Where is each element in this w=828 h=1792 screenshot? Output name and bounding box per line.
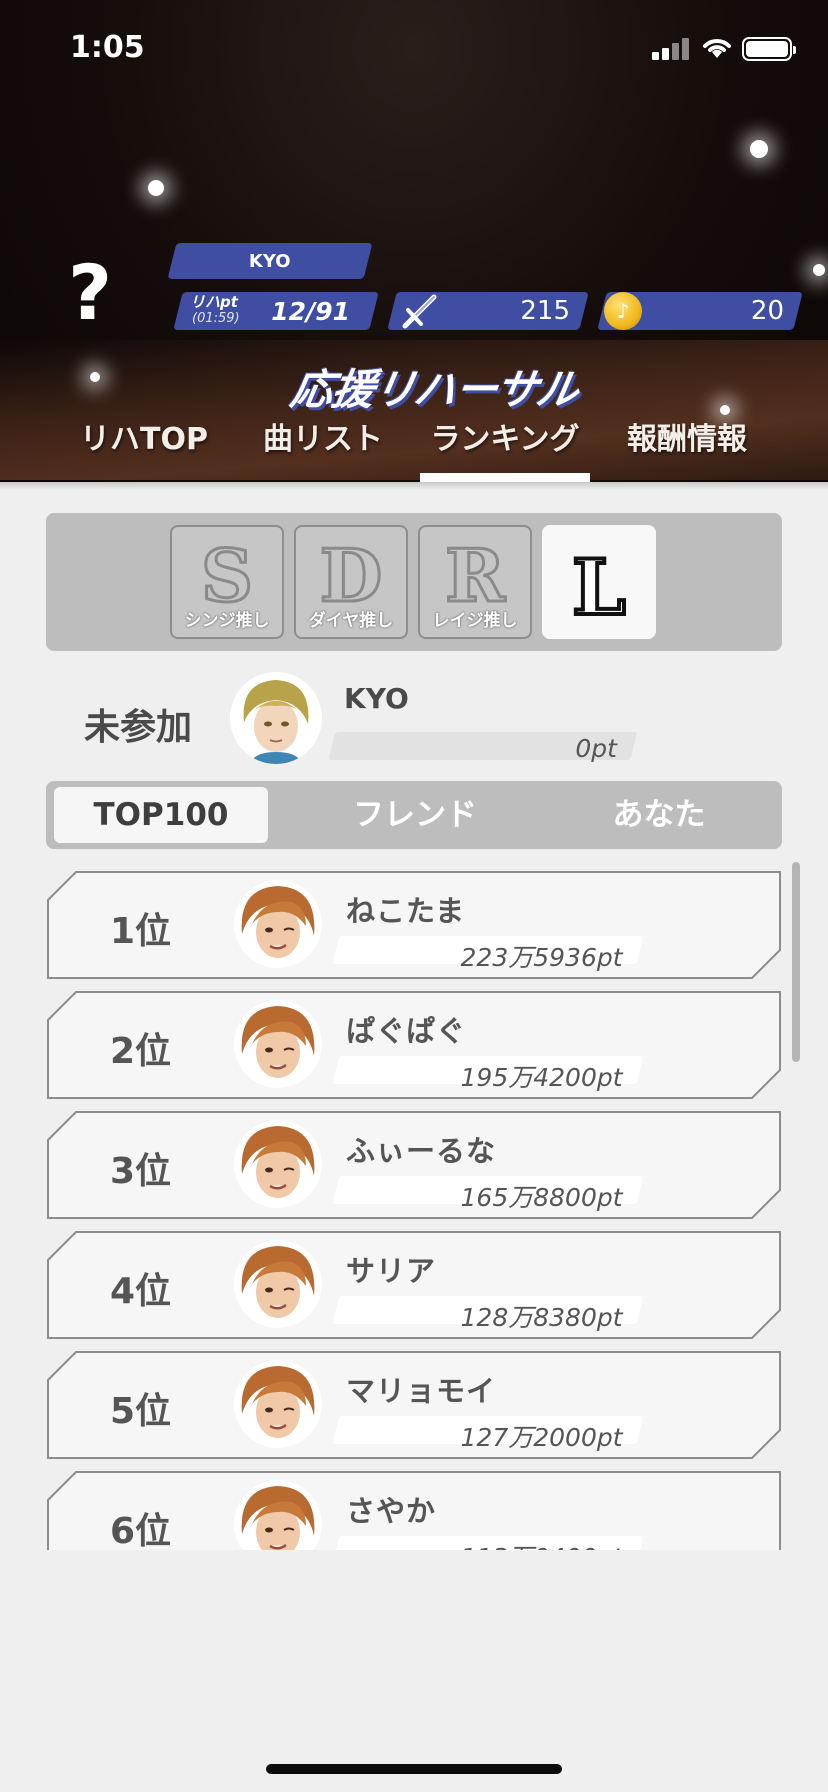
list-scrollbar[interactable] [792,862,800,1062]
rank-number: 4位 [110,1271,172,1312]
tab-ranking[interactable]: ランキング [420,414,590,466]
ranking-row[interactable]: 6位 さやか 113万0400pt [46,1470,782,1550]
player-points: 113万0400pt [460,1538,622,1550]
ranking-list[interactable]: 1位 ねこたま 223万5936pt 2位 ぱぐぱぐ 195万4200pt 3位 ふぃーるな 1… [46,870,782,1550]
points-bar: 165万8800pt [332,1176,644,1212]
rank-number: 3位 [110,1151,172,1192]
rank-mark[interactable]: ? [68,248,112,337]
player-points: 165万8800pt [460,1183,623,1212]
avatar [234,1240,322,1328]
sword-stat: 215 [387,292,589,330]
my-name: KYO [344,682,409,715]
tab-rewards[interactable]: 報酬情報 [616,414,758,466]
ranking-row[interactable]: 5位 マリョモイ 127万2000pt [46,1350,782,1460]
battery-icon [742,37,796,61]
filter-label: ダイヤ推し [308,611,394,631]
top-tabs: リハTOP 曲リスト ランキング 報酬情報 [0,414,828,482]
avatar [234,1120,322,1208]
event-logo: 応援リハーサル [287,365,582,414]
status-time: 1:05 [70,30,145,65]
player-name: さやか [346,1494,437,1528]
segment-top100[interactable]: TOP100 [54,787,268,843]
avatar [234,1000,322,1088]
participation-status: 未参加 [84,707,193,748]
player-name: ふぃーるな [346,1134,497,1168]
active-tab-indicator [420,473,590,482]
screen: 1:05 ? KYO リハpt (01:59) 12/91 215 ♪ 20 応… [0,0,828,1792]
rehearsal-points-label: リハpt [190,293,238,311]
cellular-signal-icon [652,38,689,60]
player-name: ねこたま [346,894,466,928]
points-bar: 113万0400pt [332,1536,644,1550]
stage-light [750,140,768,158]
sword-value: 215 [520,296,570,326]
filter-reiji[interactable]: R レイジ推し [418,525,532,639]
points-bar: 128万8380pt [332,1296,644,1332]
home-indicator[interactable] [266,1764,562,1774]
player-name: サリア [346,1254,437,1288]
player-name: マリョモイ [346,1374,497,1408]
my-ranking-row: 未参加 KYO 0pt [0,668,828,768]
ranking-row[interactable]: 4位 サリア 128万8380pt [46,1230,782,1340]
coin-stat: ♪ 20 [597,292,803,330]
rehearsal-points-value: 12/91 [271,296,350,326]
sword-icon [402,294,437,329]
avatar [234,880,322,968]
segment-you[interactable]: あなた [552,787,766,843]
ranking-row[interactable]: 1位 ねこたま 223万5936pt [46,870,782,980]
tab-riha-top[interactable]: リハTOP [70,414,218,466]
wifi-icon [703,39,731,58]
stage-light [90,372,100,382]
rank-number: 1位 [110,911,172,952]
rank-number: 2位 [110,1031,172,1072]
rehearsal-points-timer: (01:59) [192,311,240,326]
stage-light [813,264,825,276]
player-name-badge: KYO [167,243,373,279]
filter-label: レイジ推し [432,611,518,631]
player-name: ぱぐぱぐ [346,1014,467,1048]
points-bar: 127万2000pt [332,1416,644,1452]
header-banner: 1:05 ? KYO リハpt (01:59) 12/91 215 ♪ 20 応… [0,0,828,482]
rehearsal-points-stat: リハpt (01:59) 12/91 [173,292,379,330]
player-points: 195万4200pt [460,1063,623,1092]
tab-song-list[interactable]: 曲リスト [252,414,394,466]
ranking-scope-switch: TOP100 フレンド あなた [46,781,782,849]
filter-label: シンジ推し [184,611,270,631]
player-points: 128万8380pt [460,1303,623,1332]
my-points: 0pt [575,734,618,763]
player-name: KYO [249,250,291,272]
player-points: 127万2000pt [460,1423,623,1452]
oshi-filter-panel: S シンジ推し D ダイヤ推し R レイジ推し L [46,513,782,651]
rank-number: 6位 [110,1511,172,1550]
player-points: 223万5936pt [460,943,623,972]
ranking-row[interactable]: 2位 ぱぐぱぐ 195万4200pt [46,990,782,1100]
coin-value: 20 [750,296,784,326]
filter-shinji[interactable]: S シンジ推し [170,525,284,639]
ranking-row[interactable]: 3位 ふぃーるな 165万8800pt [46,1110,782,1220]
my-points-bar: 0pt [328,732,638,763]
treble-clef-coin-icon: ♪ [604,292,642,330]
header-shadow [0,482,828,490]
stage-light [148,180,164,196]
filter-l[interactable]: L [542,525,656,639]
avatar [234,1360,322,1448]
rank-number: 5位 [110,1391,172,1432]
avatar [230,672,322,764]
segment-friends[interactable]: フレンド [308,787,522,843]
points-bar: 195万4200pt [332,1056,644,1092]
filter-daiya[interactable]: D ダイヤ推し [294,525,408,639]
points-bar: 223万5936pt [332,936,644,972]
